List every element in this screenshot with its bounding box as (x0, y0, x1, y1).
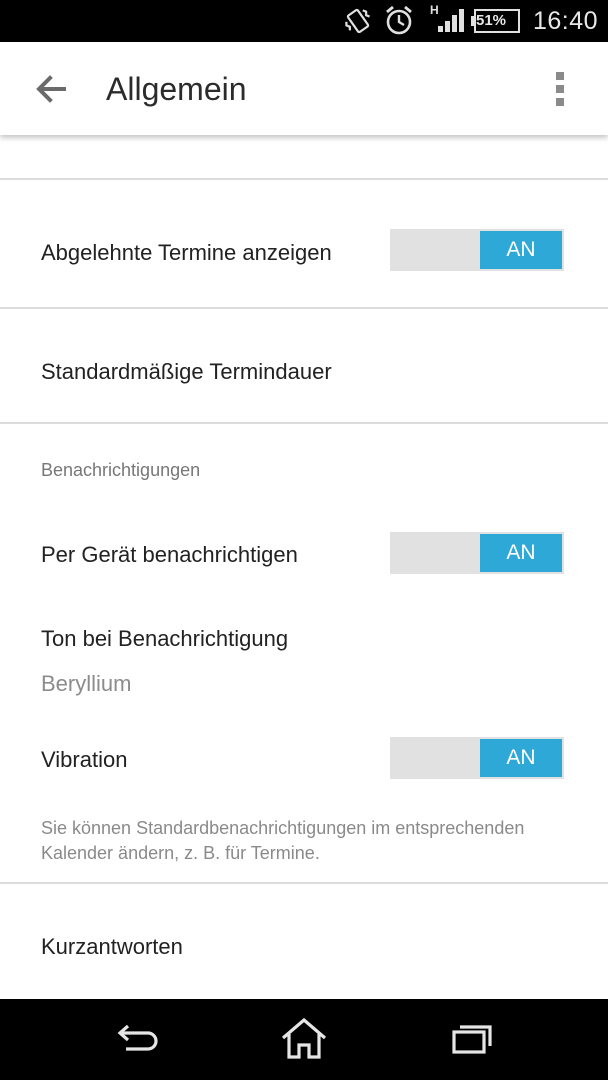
vibration-toggle[interactable]: AN (390, 737, 564, 779)
quick-responses-label: Kurzantworten (41, 934, 183, 959)
back-button[interactable] (28, 66, 74, 112)
notifications-section-header: Benachrichtigungen (41, 460, 201, 480)
status-bar: H 51% 16:40 (0, 0, 608, 42)
default-duration-label: Standardmäßige Termindauer (41, 359, 332, 384)
nav-home-button[interactable] (274, 1013, 334, 1065)
recents-nav-icon (452, 1025, 492, 1054)
back-nav-icon (117, 1024, 158, 1051)
clock: 16:40 (532, 7, 598, 35)
toggle-state: AN (480, 739, 562, 777)
toggle-state: AN (480, 534, 562, 572)
declined-events-label: Abgelehnte Termine anzeigen (41, 240, 332, 265)
row-declined-events[interactable]: Abgelehnte Termine anzeigen AN (0, 180, 608, 308)
battery-level: 51% (476, 12, 507, 29)
settings-list: Abgelehnte Termine anzeigen AN Standardm… (0, 135, 608, 999)
home-nav-icon (281, 1017, 327, 1059)
declined-events-toggle[interactable]: AN (390, 229, 564, 271)
nav-recents-button[interactable] (442, 1013, 502, 1065)
row-notification-sound[interactable]: Ton bei Benachrichtigung Beryllium (0, 605, 608, 705)
notify-device-toggle[interactable]: AN (390, 532, 564, 574)
navigation-bar (0, 999, 608, 1080)
vibration-label: Vibration (41, 747, 128, 772)
vibrate-icon (345, 8, 370, 34)
row-notify-device[interactable]: Per Gerät benachrichtigen AN (0, 515, 608, 595)
toggle-state: AN (480, 231, 562, 269)
notification-sound-label: Ton bei Benachrichtigung (41, 626, 289, 651)
nav-back-button[interactable] (106, 1013, 166, 1065)
row-vibration[interactable]: Vibration AN (0, 720, 608, 800)
notifications-note: Sie können Standardbenachrichtigungen im… (41, 818, 525, 863)
page-title: Allgemein (106, 71, 247, 107)
row-default-duration[interactable]: Standardmäßige Termindauer (0, 309, 608, 421)
overflow-menu-button[interactable] (542, 68, 578, 112)
arrow-left-icon (36, 75, 66, 103)
app-bar: Allgemein (0, 42, 608, 135)
alarm-icon (386, 5, 412, 35)
signal-icon (438, 9, 464, 32)
notify-device-label: Per Gerät benachrichtigen (41, 542, 298, 567)
row-quick-responses[interactable]: Kurzantworten (0, 884, 608, 999)
overflow-menu-icon (556, 72, 564, 80)
divider (0, 422, 608, 424)
notification-sound-value: Beryllium (41, 671, 132, 696)
